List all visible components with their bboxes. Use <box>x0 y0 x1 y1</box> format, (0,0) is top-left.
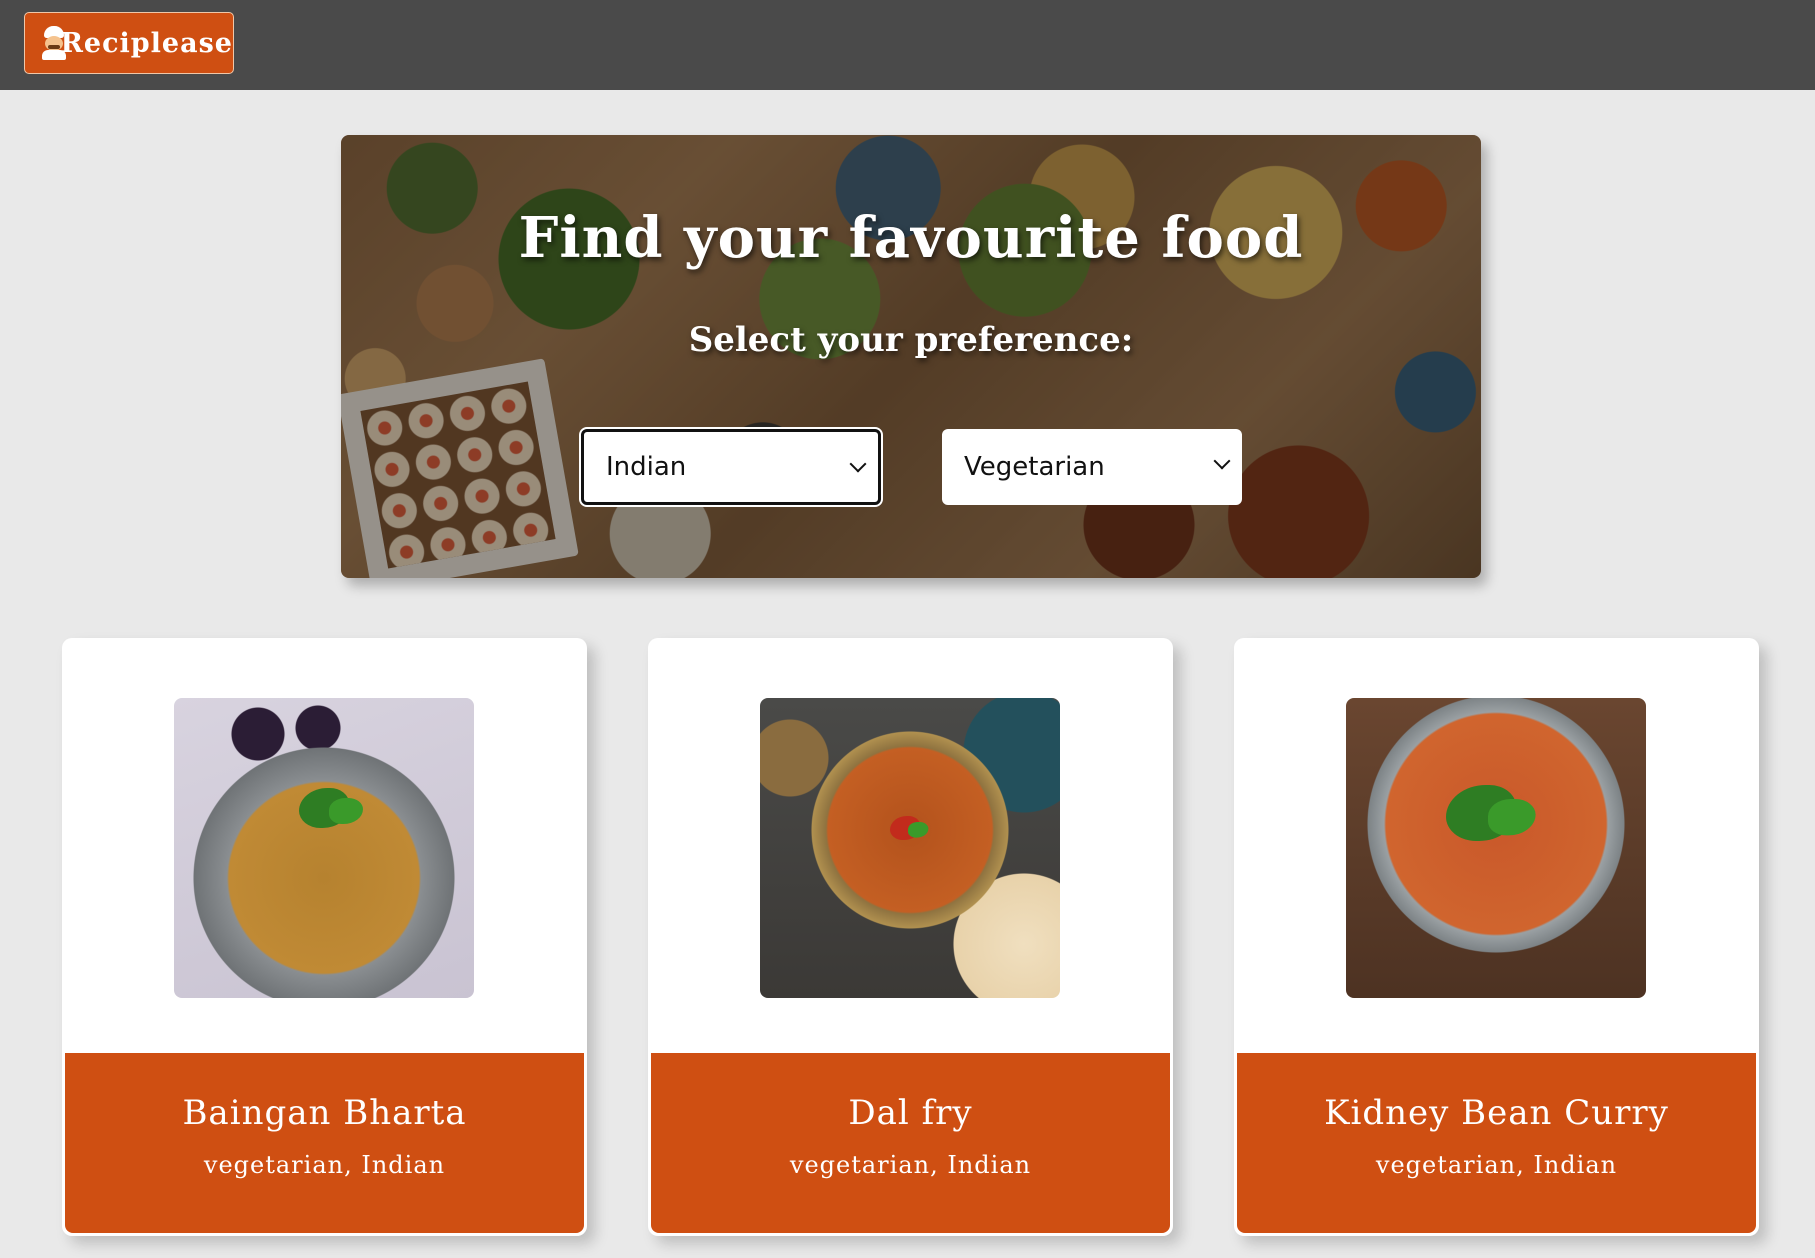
dal-fry-photo <box>760 698 1060 998</box>
diet-select-value: Vegetarian <box>964 452 1105 482</box>
chevron-down-icon <box>1213 452 1231 470</box>
recipe-card-footer: Baingan Bharta vegetarian, Indian <box>65 1053 584 1233</box>
recipe-title: Kidney Bean Curry <box>1324 1093 1669 1133</box>
recipe-card-footer: Dal fry vegetarian, Indian <box>651 1053 1170 1233</box>
recipe-tags: vegetarian, Indian <box>789 1151 1032 1179</box>
cuisine-select-value: Indian <box>606 452 687 482</box>
hero-subtitle: Select your preference: <box>688 320 1134 360</box>
brand-logo-button[interactable]: Reciplease <box>24 12 234 74</box>
recipe-card-kidney-bean-curry[interactable]: Kidney Bean Curry vegetarian, Indian <box>1234 638 1759 1236</box>
hero-title: Find your favourite food <box>518 205 1304 271</box>
brand-name: Reciplease <box>60 27 233 59</box>
hero-banner: Find your favourite food Select your pre… <box>341 135 1481 578</box>
baingan-bharta-photo <box>174 698 474 998</box>
recipe-title: Dal fry <box>848 1093 973 1133</box>
diet-select[interactable]: Vegetarian <box>942 429 1242 505</box>
recipe-card-baingan-bharta[interactable]: Baingan Bharta vegetarian, Indian <box>62 638 587 1236</box>
kidney-bean-curry-photo <box>1346 698 1646 998</box>
recipe-card-dal-fry[interactable]: Dal fry vegetarian, Indian <box>648 638 1173 1236</box>
chef-icon <box>39 26 66 60</box>
recipe-title: Baingan Bharta <box>182 1093 467 1133</box>
recipe-card-footer: Kidney Bean Curry vegetarian, Indian <box>1237 1053 1756 1233</box>
navbar: Reciplease <box>0 0 1815 90</box>
cuisine-select[interactable]: Indian <box>581 429 881 505</box>
chevron-down-icon <box>849 455 867 473</box>
recipe-tags: vegetarian, Indian <box>203 1151 446 1179</box>
recipe-tags: vegetarian, Indian <box>1375 1151 1618 1179</box>
